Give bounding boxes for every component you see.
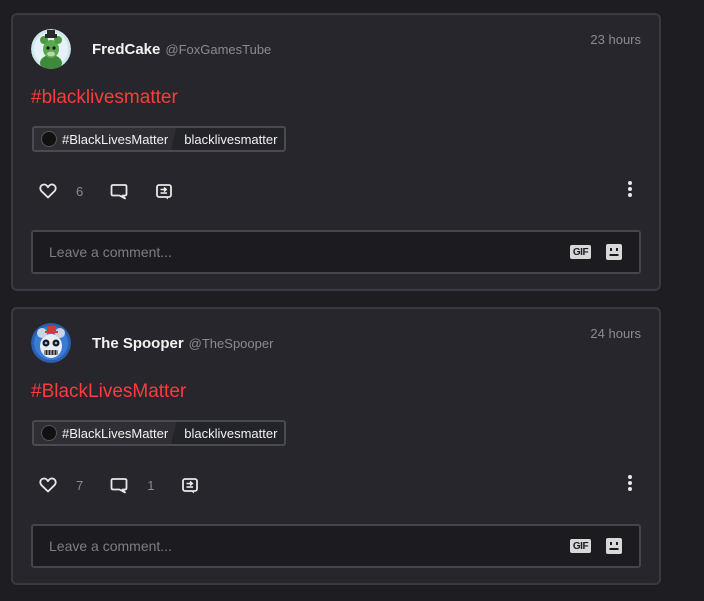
post-timestamp: 23 hours	[590, 32, 641, 47]
post-feed: FredCake @FoxGamesTube 23 hours #blackli…	[11, 13, 661, 601]
post-header: FredCake @FoxGamesTube	[92, 41, 271, 58]
gif-button[interactable]: GIF	[570, 539, 591, 553]
post-header: The Spooper @TheSpooper	[92, 335, 273, 352]
post-timestamp: 24 hours	[590, 326, 641, 341]
comment-count: 1	[147, 477, 155, 493]
comment-box: GIF	[31, 230, 641, 274]
like-count: 6	[76, 183, 84, 199]
more-options-button[interactable]	[627, 474, 633, 497]
hashtag-chip[interactable]: #BlackLivesMatter blacklivesmatter	[32, 420, 287, 446]
blue-animatronic-avatar-icon	[31, 323, 71, 363]
emoji-face-icon	[606, 244, 622, 260]
like-count: 7	[76, 477, 84, 493]
hashtag-chip-label: #BlackLivesMatter	[62, 131, 169, 147]
share-button[interactable]	[155, 183, 173, 200]
emoji-face-icon	[606, 538, 622, 554]
avatar[interactable]	[31, 323, 71, 363]
hashtag-chip-label: #BlackLivesMatter	[62, 425, 169, 441]
post-text[interactable]: #blacklivesmatter	[31, 87, 178, 109]
hashtag-chip-slug: blacklivesmatter	[184, 131, 278, 147]
hashtag-chip[interactable]: #BlackLivesMatter blacklivesmatter	[32, 126, 287, 152]
user-handle[interactable]: @FoxGamesTube	[165, 42, 271, 57]
avatar[interactable]	[31, 29, 71, 69]
post-actions: 6	[39, 180, 633, 202]
post-text[interactable]: #BlackLivesMatter	[31, 381, 186, 403]
heart-icon	[39, 477, 57, 493]
vertical-dots-icon	[628, 474, 632, 491]
post-actions: 7 1	[39, 474, 633, 496]
like-button[interactable]: 6	[39, 183, 83, 199]
like-button[interactable]: 7	[39, 477, 83, 493]
display-name[interactable]: FredCake	[92, 41, 160, 58]
vertical-dots-icon	[628, 180, 632, 197]
post-card: FredCake @FoxGamesTube 23 hours #blackli…	[11, 13, 661, 291]
emoji-button[interactable]	[605, 243, 623, 266]
user-handle[interactable]: @TheSpooper	[189, 336, 274, 351]
comment-button[interactable]	[110, 183, 128, 200]
hashtag-chip-slug: blacklivesmatter	[184, 425, 278, 441]
comment-input[interactable]	[33, 526, 639, 566]
hashtag-icon	[41, 425, 57, 441]
heart-icon	[39, 183, 57, 199]
hashtag-chip-left: #BlackLivesMatter	[34, 422, 176, 444]
gif-button[interactable]: GIF	[570, 245, 591, 259]
share-icon	[182, 477, 199, 493]
display-name[interactable]: The Spooper	[92, 335, 184, 352]
comment-bubble-icon	[110, 183, 128, 199]
share-icon	[156, 183, 173, 199]
share-button[interactable]	[181, 477, 199, 494]
comment-input[interactable]	[33, 232, 639, 272]
comment-box: GIF	[31, 524, 641, 568]
hashtag-chip-left: #BlackLivesMatter	[34, 128, 176, 150]
more-options-button[interactable]	[627, 180, 633, 203]
emoji-button[interactable]	[605, 537, 623, 560]
post-card: The Spooper @TheSpooper 24 hours #BlackL…	[11, 307, 661, 585]
comment-button[interactable]: 1	[110, 477, 154, 494]
green-animatronic-avatar-icon	[31, 29, 71, 69]
hashtag-icon	[41, 131, 57, 147]
comment-bubble-icon	[110, 477, 128, 493]
